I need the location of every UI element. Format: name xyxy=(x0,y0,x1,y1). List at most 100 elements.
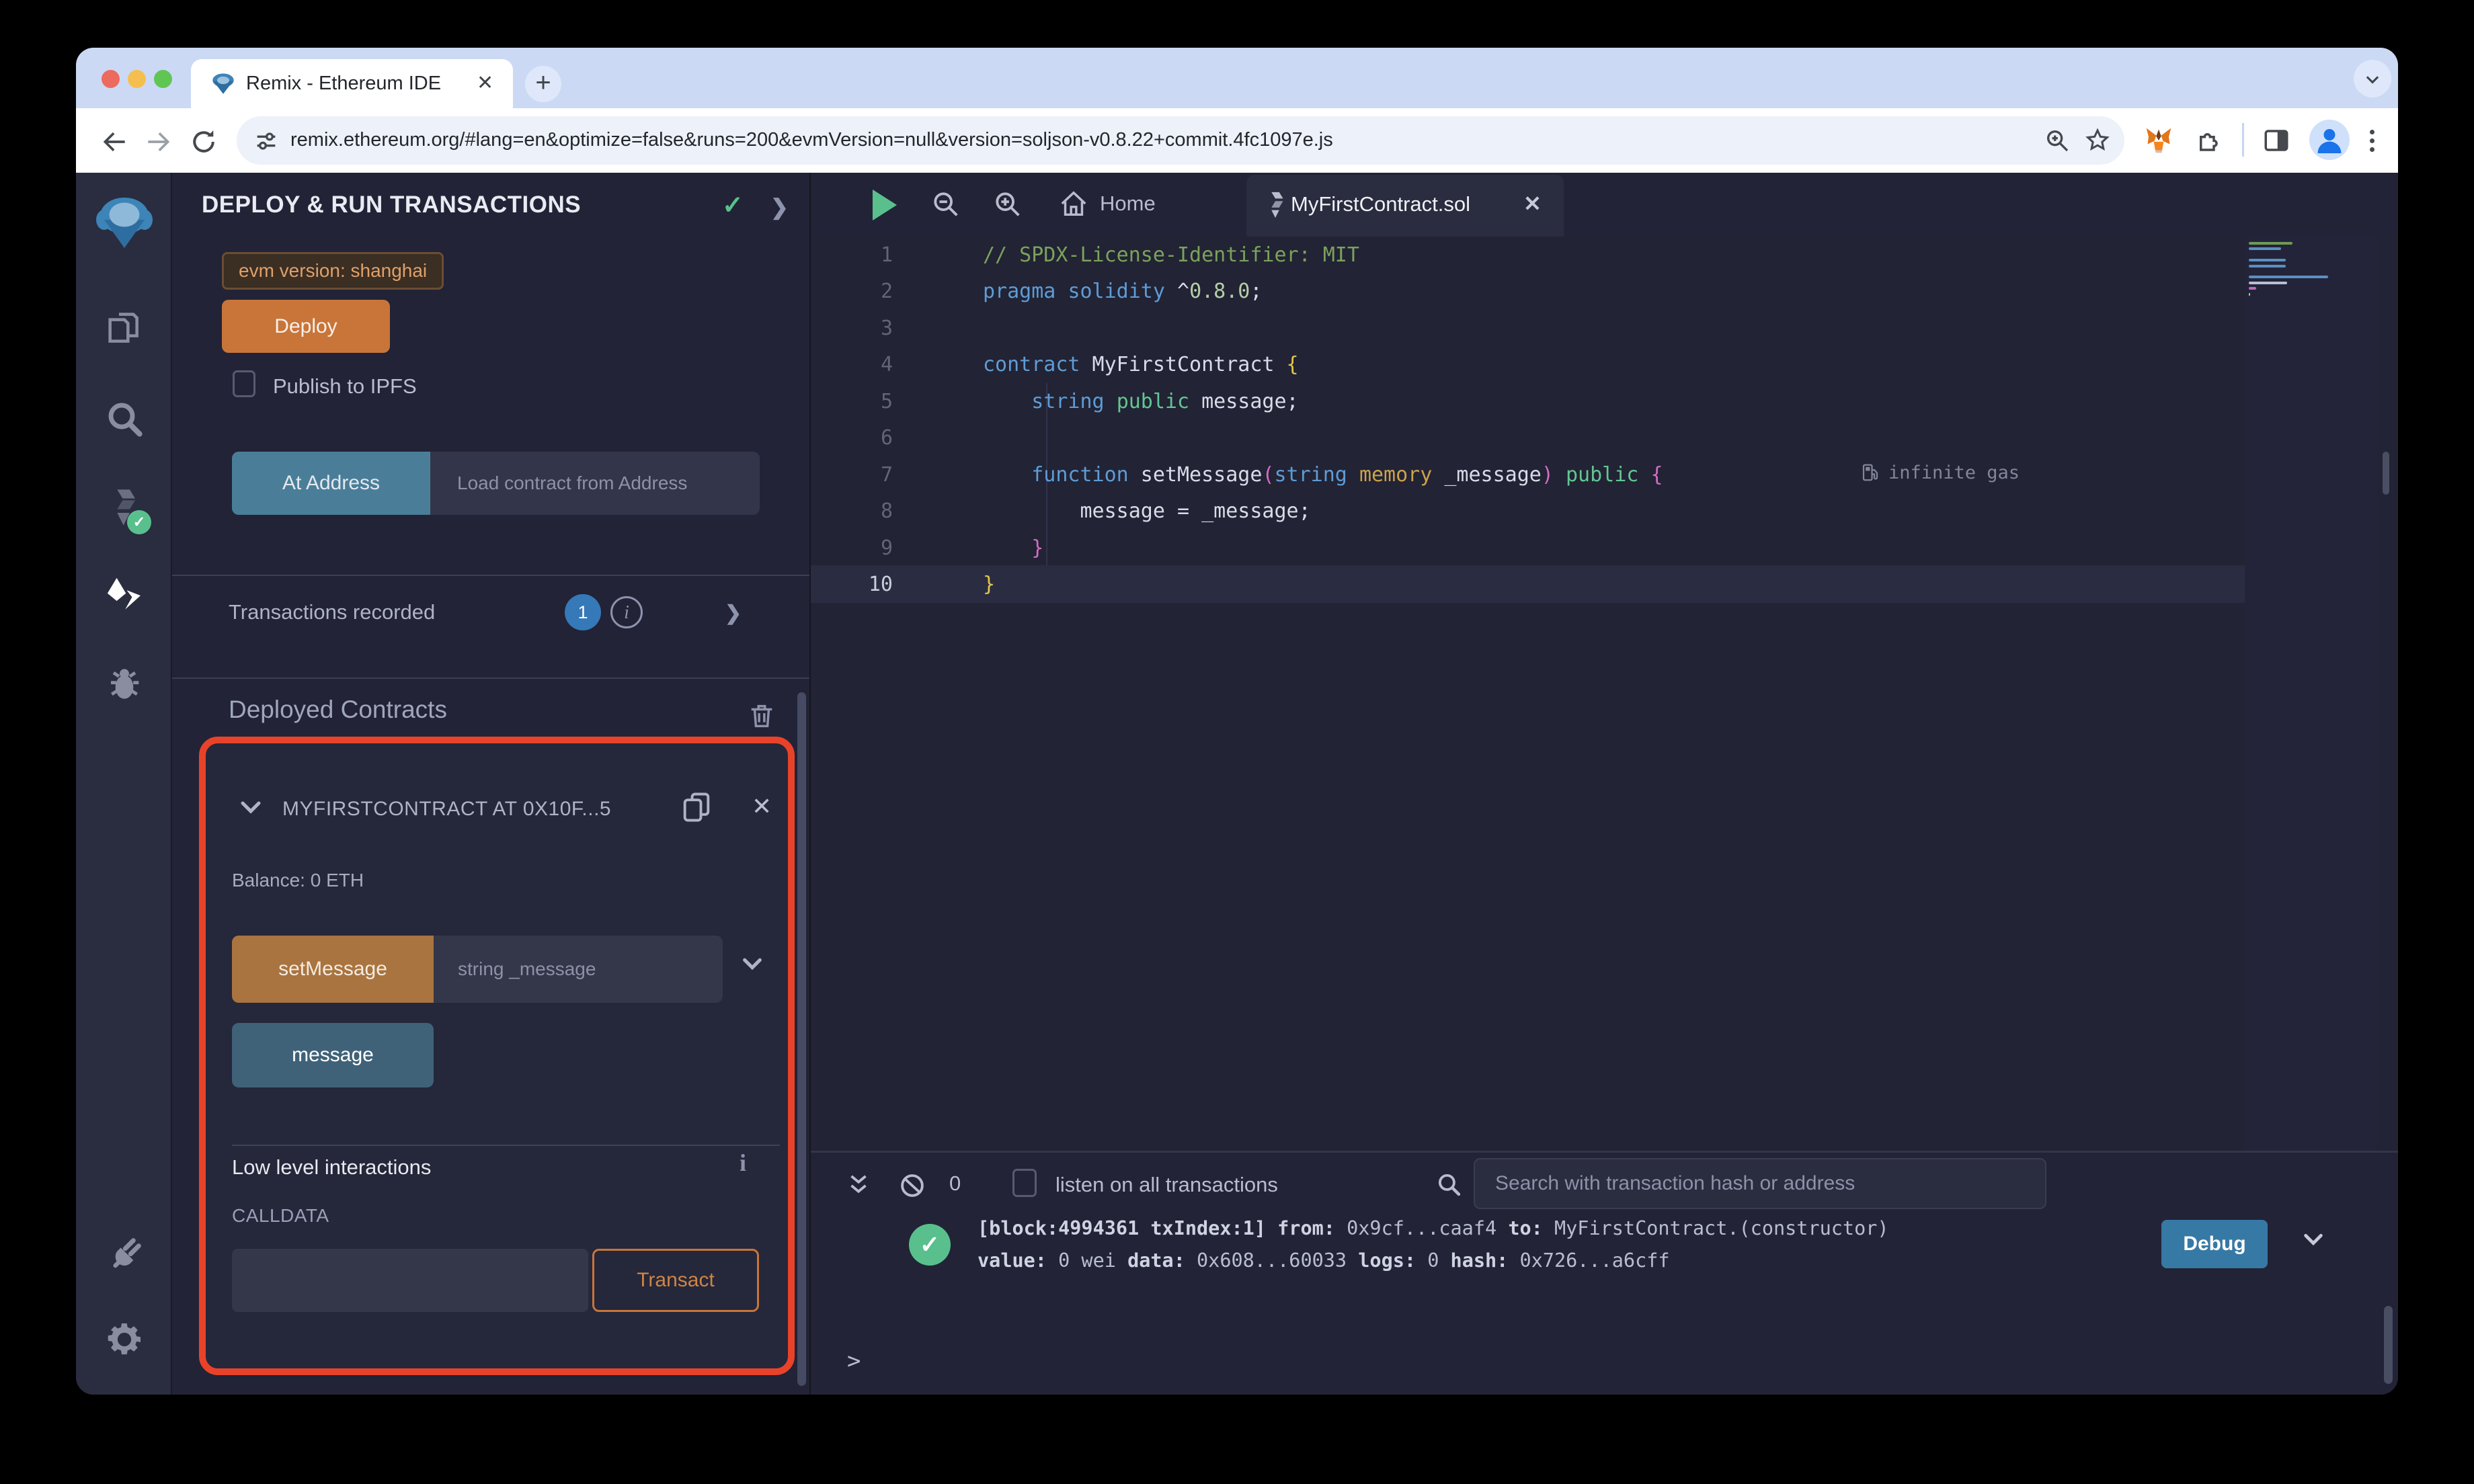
tab-close-icon[interactable]: ✕ xyxy=(477,71,493,95)
side-panel-icon[interactable] xyxy=(2262,126,2290,155)
panel-divider xyxy=(172,677,809,679)
panel-divider xyxy=(172,575,809,576)
screen: Remix - Ethereum IDE ✕ + remix.ethereum.… xyxy=(0,0,2474,1484)
clear-console-icon[interactable] xyxy=(898,1171,926,1200)
solidity-compiler-icon[interactable]: ✓ xyxy=(103,486,151,534)
set-message-input[interactable] xyxy=(434,936,723,1003)
browser-tab[interactable]: Remix - Ethereum IDE ✕ xyxy=(191,59,513,108)
tx-expand-chevron-icon[interactable] xyxy=(2302,1228,2325,1251)
publish-ipfs-checkbox[interactable] xyxy=(233,370,255,397)
settings-gear-icon[interactable] xyxy=(103,1318,146,1361)
window-minimize-button[interactable] xyxy=(128,70,146,88)
at-address-input[interactable] xyxy=(430,452,760,515)
app-content: ✓ DEPLOY & RUN TRANSACTIONS ✓ ❯ evm vers… xyxy=(76,173,2398,1395)
url-bar[interactable]: remix.ethereum.org/#lang=en&optimize=fal… xyxy=(237,116,2124,165)
terminal-scrollbar-thumb[interactable] xyxy=(2384,1306,2393,1384)
listen-all-checkbox[interactable] xyxy=(1012,1169,1037,1197)
deployed-contracts-title: Deployed Contracts xyxy=(229,696,447,723)
contract-balance: Balance: 0 ETH xyxy=(232,870,364,891)
editor-scrollbar-thumb[interactable] xyxy=(2383,452,2389,495)
at-address-button[interactable]: At Address xyxy=(232,452,430,515)
deploy-run-icon[interactable] xyxy=(103,573,146,616)
transactions-expand-chevron-icon[interactable]: ❯ xyxy=(725,602,742,625)
deploy-button[interactable]: Deploy xyxy=(222,300,390,353)
plugin-manager-icon[interactable] xyxy=(103,1228,146,1271)
gas-label: infinite gas xyxy=(1888,462,2020,483)
line-number: 4 xyxy=(880,353,893,377)
home-icon xyxy=(1058,189,1089,220)
tx-log-line-1[interactable]: [block:4994361 txIndex:1] from: 0x9cf...… xyxy=(977,1217,1889,1239)
reload-button[interactable] xyxy=(189,127,218,157)
window-maximize-button[interactable] xyxy=(154,70,172,88)
url-text[interactable]: remix.ethereum.org/#lang=en&optimize=fal… xyxy=(290,129,1333,151)
back-button[interactable] xyxy=(100,127,130,157)
site-settings-icon[interactable] xyxy=(253,128,280,155)
solidity-file-icon xyxy=(1264,190,1287,220)
tx-log-line-2[interactable]: value: 0 wei data: 0x608...60033 logs: 0… xyxy=(977,1249,1670,1272)
debugger-icon[interactable] xyxy=(103,662,146,705)
line-number: 10 xyxy=(868,573,893,597)
contract-collapse-chevron-icon[interactable] xyxy=(239,795,263,819)
terminal-search-icon xyxy=(1435,1170,1463,1198)
tab-myfirstcontract[interactable]: MyFirstContract.sol ✕ xyxy=(1246,175,1564,237)
code-editor[interactable]: 1 2 3 4 5 6 7 8 9 10 // SPDX-License-Identifier: … xyxy=(811,237,2398,1151)
evm-version-badge: evm version: shanghai xyxy=(222,252,444,290)
transactions-info-icon[interactable]: i xyxy=(610,596,643,628)
terminal-prompt[interactable]: > xyxy=(847,1348,861,1374)
line-number: 1 xyxy=(880,243,893,267)
file-tab-close-icon[interactable]: ✕ xyxy=(1523,191,1542,216)
editor-zoom-in-icon[interactable] xyxy=(992,189,1023,220)
browser-toolbar: remix.ethereum.org/#lang=en&optimize=fal… xyxy=(76,108,2398,173)
remove-contract-icon[interactable]: ✕ xyxy=(752,792,772,821)
browser-menu-icon[interactable] xyxy=(2370,126,2375,156)
gas-estimate-annotation: infinite gas xyxy=(1860,462,2020,483)
file-tab-label: MyFirstContract.sol xyxy=(1291,192,1470,216)
profile-avatar[interactable] xyxy=(2309,120,2350,160)
set-message-button[interactable]: setMessage xyxy=(232,936,434,1003)
code-line: // SPDX-License-Identifier: MIT xyxy=(983,243,1359,267)
editor-zoom-out-icon[interactable] xyxy=(930,189,961,220)
forward-button[interactable] xyxy=(143,127,173,157)
set-message-expand-chevron-icon[interactable] xyxy=(741,952,764,975)
terminal-count: 0 xyxy=(949,1171,961,1195)
listen-all-label: listen on all transactions xyxy=(1055,1173,1278,1196)
terminal-search-input[interactable] xyxy=(1474,1158,2046,1209)
metamask-extension-icon[interactable] xyxy=(2144,126,2173,155)
deploy-run-panel: DEPLOY & RUN TRANSACTIONS ✓ ❯ evm versio… xyxy=(172,173,809,1395)
deployed-contract-title[interactable]: MYFIRSTCONTRACT AT 0X10F...5 xyxy=(282,798,678,821)
extensions-icon[interactable] xyxy=(2195,126,2223,155)
code-line: function setMessage(string memory _messa… xyxy=(1031,462,1663,487)
line-number: 8 xyxy=(880,499,893,524)
panel-scrollbar[interactable] xyxy=(797,692,806,1386)
terminal: 0 listen on all transactions ✓ [block:49… xyxy=(811,1151,2398,1395)
calldata-input[interactable] xyxy=(232,1249,588,1312)
run-script-play-icon[interactable] xyxy=(873,190,897,220)
line-number: 9 xyxy=(880,536,893,560)
line-number-gutter: 1 2 3 4 5 6 7 8 9 10 xyxy=(811,237,893,604)
transact-button[interactable]: Transact xyxy=(592,1249,759,1312)
file-explorer-icon[interactable] xyxy=(103,307,146,350)
search-icon[interactable] xyxy=(103,397,146,440)
clear-contracts-trash-icon[interactable] xyxy=(746,700,777,731)
window-close-button[interactable] xyxy=(102,70,120,88)
bookmark-star-icon[interactable] xyxy=(2084,127,2111,154)
code-lines[interactable]: // SPDX-License-Identifier: MIT pragma so… xyxy=(983,237,1663,604)
editor-minimap[interactable] xyxy=(2245,237,2377,1151)
panel-expand-chevron-icon[interactable]: ❯ xyxy=(770,194,789,220)
code-line: string public message; xyxy=(1031,389,1299,413)
tab-search-chevron-icon[interactable] xyxy=(2354,60,2391,97)
debug-button[interactable]: Debug xyxy=(2161,1220,2268,1268)
card-divider xyxy=(232,1145,780,1146)
zoom-page-icon[interactable] xyxy=(2044,127,2071,154)
panel-title: DEPLOY & RUN TRANSACTIONS xyxy=(202,192,582,218)
line-number: 7 xyxy=(880,462,893,487)
compile-success-badge: ✓ xyxy=(127,510,151,534)
copy-address-icon[interactable] xyxy=(679,790,714,825)
low-level-info-icon[interactable]: i xyxy=(740,1149,746,1177)
home-tab-label[interactable]: Home xyxy=(1100,192,1156,216)
code-line: } xyxy=(1031,536,1044,560)
message-getter-button[interactable]: message xyxy=(232,1023,434,1087)
terminal-expand-icon[interactable] xyxy=(844,1171,873,1200)
new-tab-button[interactable]: + xyxy=(525,66,561,102)
